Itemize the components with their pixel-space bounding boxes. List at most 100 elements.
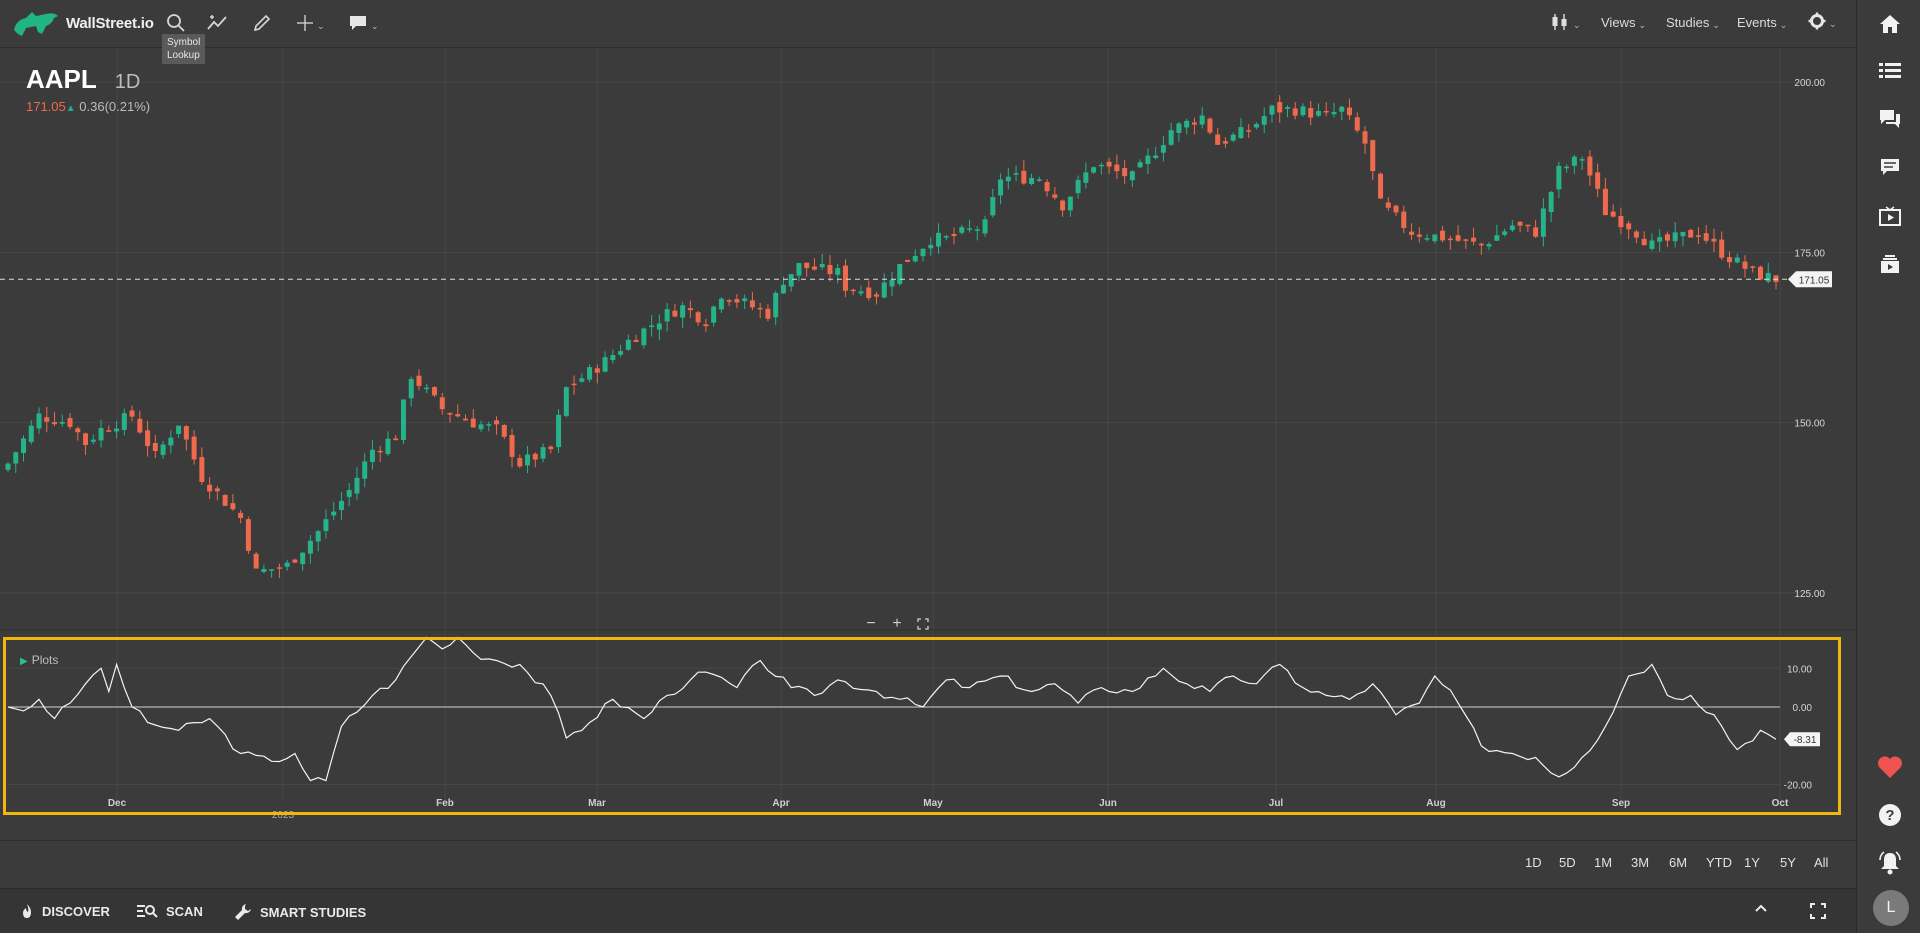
range-button-all[interactable]: All <box>1814 855 1828 870</box>
candle-body <box>1269 105 1275 115</box>
collapse-up-button[interactable] <box>1754 903 1776 913</box>
candle-body <box>501 425 507 437</box>
candle-body <box>1471 237 1477 242</box>
candle-body <box>540 447 546 459</box>
messages-button[interactable] <box>1877 154 1903 180</box>
chart-type-button[interactable]: ⌄ <box>1550 12 1581 32</box>
avatar[interactable]: L <box>1873 890 1909 926</box>
candle-body <box>757 307 763 310</box>
range-button-1y[interactable]: 1Y <box>1744 855 1760 870</box>
candle-body <box>1633 231 1639 238</box>
y-axis-tick-label: 125.00 <box>1794 589 1825 600</box>
candle-body <box>346 490 352 497</box>
settings-button[interactable]: ⌄ <box>1808 12 1837 30</box>
views-menu[interactable]: Views ⌄ <box>1601 14 1646 31</box>
candle-body <box>5 463 11 470</box>
candle-body <box>672 310 678 317</box>
candle-body <box>1719 239 1725 258</box>
fullscreen-icon <box>1810 903 1826 919</box>
range-button-3m[interactable]: 3M <box>1631 855 1649 870</box>
chevron-down-icon: ⌄ <box>1573 19 1581 30</box>
candle-body <box>842 265 848 291</box>
smart-studies-button[interactable]: SMART STUDIES <box>234 903 366 921</box>
range-button-1d[interactable]: 1D <box>1525 855 1542 870</box>
candle-body <box>1153 155 1159 158</box>
candle-body <box>137 418 143 433</box>
candle-body <box>253 553 259 569</box>
candle-body <box>1757 266 1763 280</box>
candle-body <box>982 219 988 234</box>
crosshair-button[interactable]: ⌄ <box>296 10 325 36</box>
candle-body <box>1075 179 1081 194</box>
bell-icon <box>1879 851 1901 875</box>
y-axis-tick-label: 175.00 <box>1794 248 1825 259</box>
candle-body <box>1734 257 1740 263</box>
candle-body <box>276 567 282 569</box>
candle-body <box>1246 130 1252 132</box>
candle-body <box>990 197 996 216</box>
candle-body <box>1215 134 1221 145</box>
candle-body <box>424 387 430 390</box>
alerts-button[interactable] <box>1877 850 1903 876</box>
candle-body <box>1401 211 1407 228</box>
candle-body <box>866 287 872 299</box>
stacked-cards-icon <box>1881 255 1899 273</box>
range-selector: 1D 5D 1M 3M 6M YTD 1Y 5Y All <box>0 840 1856 886</box>
comments-button[interactable]: ⌄ <box>348 10 379 36</box>
draw-button[interactable] <box>252 10 272 36</box>
last-price: 171.05 <box>26 99 66 114</box>
zoom-in-button[interactable]: + <box>885 613 909 635</box>
home-button[interactable] <box>1877 11 1903 37</box>
candle-body <box>1137 162 1143 168</box>
candle-body <box>532 453 538 460</box>
discover-button[interactable]: DISCOVER <box>20 903 110 919</box>
candle-body <box>129 410 135 417</box>
candlestick-icon <box>1552 14 1567 30</box>
chat-button[interactable] <box>1877 106 1903 132</box>
study-panel-highlight[interactable] <box>3 637 1841 815</box>
range-button-5d[interactable]: 5D <box>1559 855 1576 870</box>
candle-body <box>1416 234 1422 237</box>
brand-name: WallStreet.io <box>66 14 154 32</box>
candle-body <box>850 289 856 292</box>
candle-body <box>618 351 624 355</box>
candle-body <box>695 312 701 323</box>
favorites-button[interactable] <box>1877 754 1903 780</box>
zoom-out-button[interactable]: − <box>859 613 883 635</box>
home-icon <box>1880 15 1900 33</box>
fit-chart-button[interactable] <box>911 613 935 635</box>
scan-button[interactable]: SCAN <box>136 903 203 919</box>
symbol-lookup-button[interactable] <box>166 10 186 36</box>
range-button-6m[interactable]: 6M <box>1669 855 1687 870</box>
layers-button[interactable] <box>1877 251 1903 277</box>
candle-body <box>928 244 934 249</box>
help-button[interactable]: ? <box>1877 802 1903 828</box>
range-button-ytd[interactable]: YTD <box>1706 855 1732 870</box>
candle-body <box>1129 171 1135 181</box>
candle-body <box>1773 275 1779 282</box>
candle-body <box>292 559 298 563</box>
range-button-1m[interactable]: 1M <box>1594 855 1612 870</box>
video-button[interactable] <box>1877 203 1903 229</box>
price-change: 0.36(0.21%) <box>79 99 151 114</box>
candle-body <box>377 450 383 453</box>
gear-icon <box>1808 12 1826 30</box>
brand-logo[interactable]: WallStreet.io <box>12 6 154 40</box>
indicator-button[interactable] <box>206 10 230 36</box>
studies-menu[interactable]: Studies ⌄ <box>1666 14 1720 31</box>
candle-body <box>400 399 406 441</box>
chevron-down-icon: ⌄ <box>1779 20 1788 30</box>
candle-body <box>1091 167 1097 173</box>
range-button-5y[interactable]: 5Y <box>1780 855 1796 870</box>
candle-body <box>1106 161 1112 167</box>
study-label[interactable]: ▶ Plots <box>20 653 58 667</box>
search-icon <box>167 14 185 32</box>
candle-body <box>323 519 329 532</box>
candle-body <box>191 436 197 460</box>
candle-body <box>1672 232 1678 242</box>
candle-body <box>889 279 895 287</box>
candle-body <box>796 263 802 276</box>
watchlist-button[interactable] <box>1877 58 1903 84</box>
events-menu[interactable]: Events ⌄ <box>1737 14 1787 31</box>
fullscreen-button[interactable] <box>1810 903 1834 919</box>
